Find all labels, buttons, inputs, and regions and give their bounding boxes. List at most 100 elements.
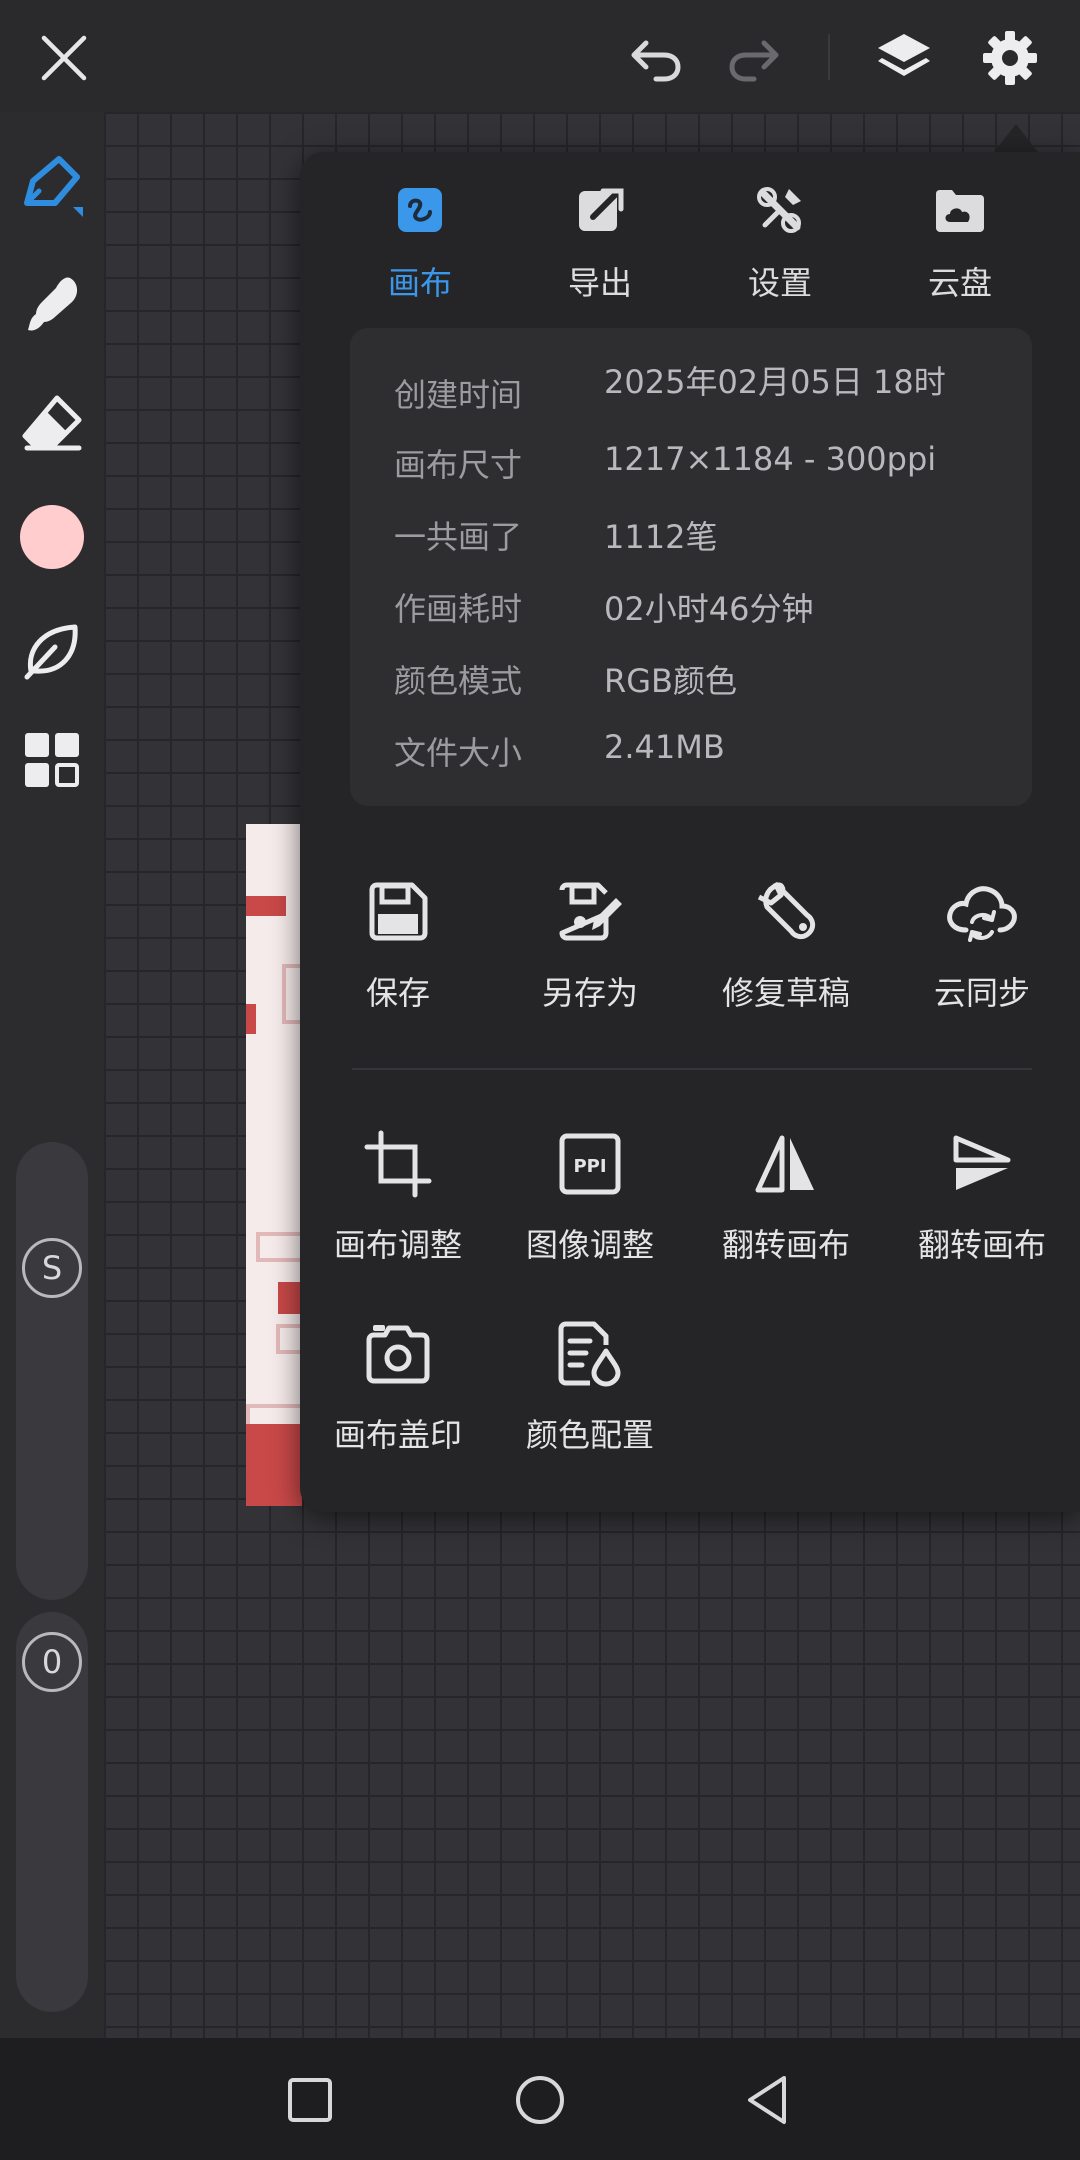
save-icon — [369, 882, 428, 941]
panel-pointer — [994, 124, 1038, 152]
save-as-icon — [559, 882, 622, 941]
canvas-stamp-label: 画布盖印 — [333, 1416, 462, 1454]
redo-icon — [729, 40, 779, 82]
tab-canvas-label: 画布 — [387, 264, 452, 302]
settings-button[interactable] — [972, 20, 1048, 96]
save-button[interactable]: 保存 — [300, 874, 496, 1034]
image-adjust-label: 图像调整 — [525, 1226, 654, 1264]
undo-icon — [631, 40, 681, 82]
info-key: 文件大小 — [394, 734, 523, 772]
info-row-file-size: 文件大小 2.41MB — [394, 728, 1014, 788]
tools-icon — [757, 187, 801, 233]
svg-text:PPI: PPI — [573, 1156, 606, 1177]
flip-vertical-label: 翻转画布 — [917, 1226, 1046, 1264]
square-recents-icon — [288, 2078, 332, 2122]
flip-horizontal-button[interactable]: 翻转画布 — [688, 1126, 884, 1286]
info-row-duration: 作画耗时 02小时46分钟 — [394, 584, 1014, 644]
canvas-icon — [398, 188, 442, 232]
save-label: 保存 — [365, 974, 430, 1012]
more-tools[interactable] — [12, 720, 92, 800]
color-picker[interactable] — [12, 497, 92, 577]
circle-home-icon — [516, 2076, 564, 2124]
cloud-sync-icon — [947, 886, 1017, 942]
canvas-adjust-label: 画布调整 — [333, 1226, 462, 1264]
top-toolbar — [0, 0, 1080, 112]
repair-draft-button[interactable]: 修复草稿 — [688, 874, 884, 1034]
shape-tool[interactable] — [12, 610, 92, 690]
color-profile-label: 颜色配置 — [525, 1416, 654, 1454]
cloud-sync-label: 云同步 — [933, 974, 1030, 1012]
flip-vertical-icon — [953, 1135, 1011, 1190]
info-key: 颜色模式 — [394, 662, 523, 700]
info-key: 作画耗时 — [394, 590, 523, 628]
leaf-icon — [24, 624, 78, 680]
color-profile-button[interactable]: 颜色配置 — [492, 1316, 688, 1476]
ppi-icon: PPI — [559, 1133, 621, 1195]
layers-button[interactable] — [866, 22, 942, 94]
current-color-swatch — [20, 505, 84, 569]
flip-horizontal-icon — [755, 1135, 814, 1193]
cloud-sync-button[interactable]: 云同步 — [884, 874, 1080, 1034]
close-button[interactable] — [28, 24, 100, 92]
info-value: 2.41MB — [604, 728, 725, 766]
canvas-adjust-button[interactable]: 画布调整 — [300, 1126, 496, 1286]
save-as-label: 另存为 — [541, 974, 638, 1012]
grid-apps-icon — [25, 733, 79, 787]
info-row-color-mode: 颜色模式 RGB颜色 — [394, 656, 1014, 716]
info-value: 1112笔 — [604, 518, 718, 556]
info-row-size: 画布尺寸 1217×1184 - 300ppi — [394, 440, 1014, 500]
back-button[interactable] — [736, 2068, 800, 2132]
tab-export[interactable]: 导出 — [510, 170, 690, 320]
info-key: 一共画了 — [394, 518, 523, 556]
flip-vertical-button[interactable]: 翻转画布 — [884, 1126, 1080, 1286]
info-value: 2025年02月05日 18时43分 — [604, 363, 946, 410]
gear-icon — [983, 31, 1037, 85]
system-nav-bar — [0, 2038, 1080, 2160]
opacity-knob[interactable]: 0 — [22, 1632, 82, 1692]
undo-button[interactable] — [618, 26, 694, 90]
tab-export-label: 导出 — [567, 264, 632, 302]
tab-settings-label: 设置 — [747, 264, 812, 302]
color-profile-icon — [558, 1321, 621, 1387]
smudge-icon — [28, 277, 78, 331]
toolbar-divider — [828, 34, 830, 80]
pen-tool-icon — [24, 156, 83, 217]
image-adjust-button[interactable]: PPI 图像调整 — [492, 1126, 688, 1286]
canvas-info-card: 创建时间 2025年02月05日 18时43分 画布尺寸 1217×1184 -… — [350, 328, 1032, 806]
info-row-created: 创建时间 2025年02月05日 18时43分 — [394, 360, 1014, 410]
artwork-preview — [246, 824, 302, 1506]
triangle-back-icon — [748, 2076, 786, 2124]
panel-tabs: 画布 导出 设置 云盘 — [300, 170, 1080, 320]
tab-cloud-label: 云盘 — [927, 264, 992, 302]
info-row-strokes: 一共画了 1112笔 — [394, 512, 1014, 572]
home-button[interactable] — [508, 2068, 572, 2132]
info-value: 02小时46分钟 — [604, 590, 814, 628]
tab-canvas[interactable]: 画布 — [330, 170, 510, 320]
crop-icon — [364, 1130, 432, 1198]
eraser-icon — [22, 395, 82, 451]
brush-tool[interactable] — [12, 146, 92, 226]
tool-rail: S 0 — [0, 112, 104, 2038]
canvas-stamp-button[interactable]: 画布盖印 — [300, 1316, 496, 1476]
tab-cloud[interactable]: 云盘 — [870, 170, 1050, 320]
panel-divider — [352, 1068, 1032, 1070]
close-icon — [41, 35, 87, 81]
info-value: 1217×1184 - 300ppi — [604, 440, 937, 478]
opacity-slider[interactable]: 0 — [16, 1612, 88, 2012]
redo-button[interactable] — [716, 26, 792, 90]
brush-size-knob[interactable]: S — [22, 1238, 82, 1298]
layers-icon — [878, 34, 930, 76]
info-value: RGB颜色 — [604, 662, 737, 700]
save-as-button[interactable]: 另存为 — [492, 874, 688, 1034]
recents-button[interactable] — [278, 2068, 342, 2132]
wrench-icon — [757, 881, 816, 940]
eraser-tool[interactable] — [12, 382, 92, 462]
repair-draft-label: 修复草稿 — [721, 974, 850, 1012]
flip-horizontal-label: 翻转画布 — [721, 1226, 850, 1264]
opacity-label: 0 — [41, 1643, 63, 1681]
tab-settings[interactable]: 设置 — [690, 170, 870, 320]
info-key: 创建时间 — [394, 376, 523, 410]
brush-size-label: S — [41, 1249, 63, 1287]
smudge-tool[interactable] — [12, 264, 92, 344]
brush-size-slider[interactable]: S — [16, 1142, 88, 1600]
